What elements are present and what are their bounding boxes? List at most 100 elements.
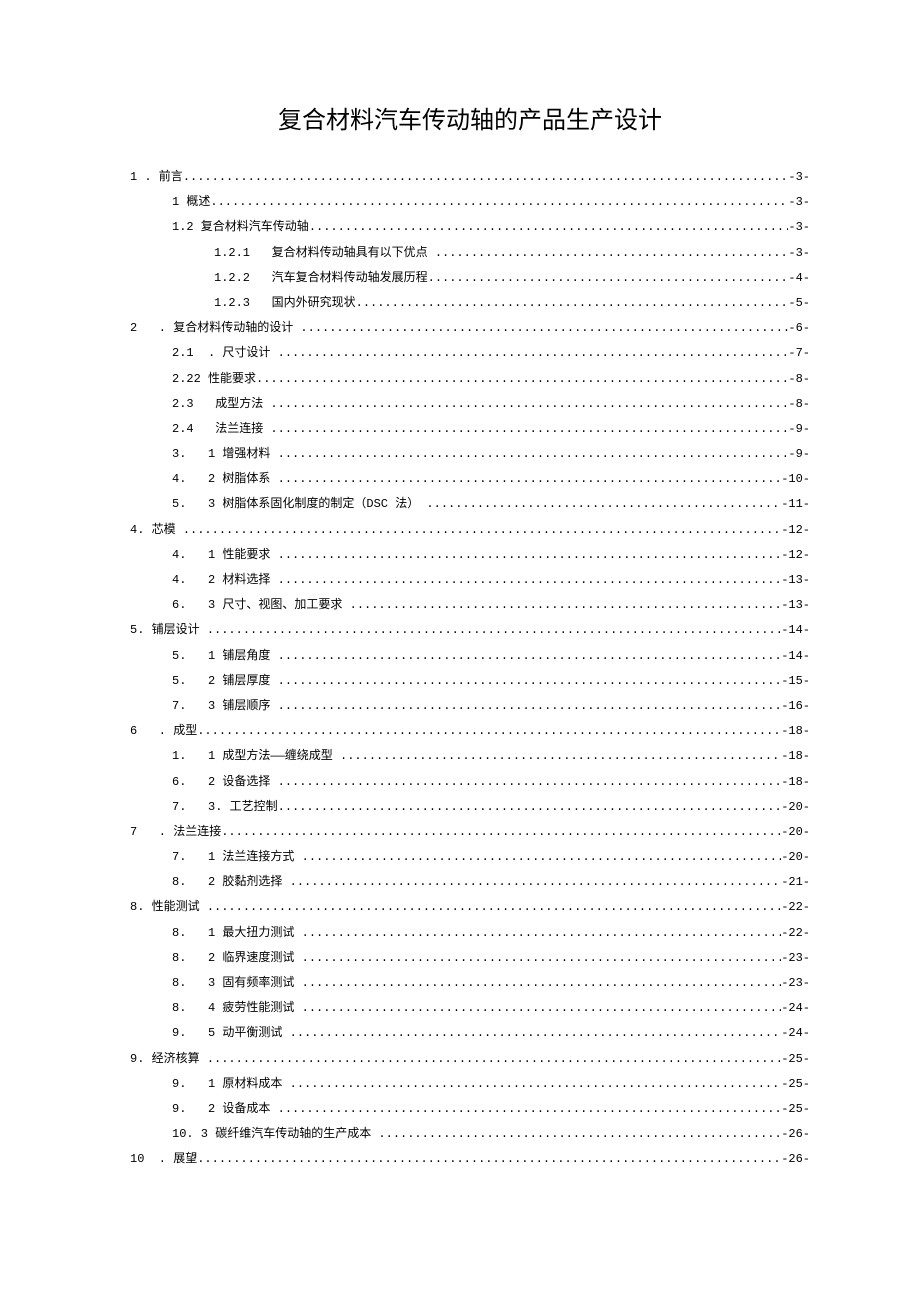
toc-label: 8. 4 疲劳性能测试 bbox=[172, 996, 302, 1021]
toc-leader-dots bbox=[302, 845, 782, 870]
toc-row: 2.1 . 尺寸设计 -7- bbox=[130, 341, 810, 366]
toc-leader-dots bbox=[302, 946, 782, 971]
toc-leader-dots bbox=[428, 266, 789, 291]
toc-page: -22- bbox=[781, 895, 810, 920]
toc-leader-dots bbox=[278, 694, 782, 719]
toc-page: -10- bbox=[781, 467, 810, 492]
toc-page: -13- bbox=[781, 568, 810, 593]
toc-label: 1 . 前言 bbox=[130, 165, 183, 190]
toc-leader-dots bbox=[278, 644, 782, 669]
toc-label: 5. 1 铺层角度 bbox=[172, 644, 278, 669]
toc-leader-dots bbox=[210, 190, 788, 215]
toc-leader-dots bbox=[302, 921, 782, 946]
toc-page: -3- bbox=[788, 190, 810, 215]
toc-page: -23- bbox=[781, 946, 810, 971]
toc-page: -14- bbox=[781, 618, 810, 643]
toc-page: -16- bbox=[781, 694, 810, 719]
toc-leader-dots bbox=[183, 518, 781, 543]
toc-page: -20- bbox=[781, 820, 810, 845]
toc-label: 4. 2 材料选择 bbox=[172, 568, 278, 593]
toc-page: -12- bbox=[781, 543, 810, 568]
toc-row: 4. 2 树脂体系 -10- bbox=[130, 467, 810, 492]
toc-row: 9. 2 设备成本 -25- bbox=[130, 1097, 810, 1122]
toc-leader-dots bbox=[350, 593, 782, 618]
toc-leader-dots bbox=[278, 669, 782, 694]
toc-leader-dots bbox=[302, 996, 782, 1021]
toc-row: 10. 3 碳纤维汽车传动轴的生产成本 -26- bbox=[130, 1122, 810, 1147]
page-container: 复合材料汽车传动轴的产品生产设计 1 . 前言-3-1 概述-3-1.2 复合材… bbox=[0, 0, 920, 1253]
toc-leader-dots bbox=[183, 165, 789, 190]
toc-label: 1.2.3 国内外研究现状 bbox=[214, 291, 356, 316]
toc-page: -9- bbox=[788, 442, 810, 467]
toc-row: 8. 3 固有频率测试 -23- bbox=[130, 971, 810, 996]
toc-label: 4. 1 性能要求 bbox=[172, 543, 278, 568]
toc-page: -6- bbox=[788, 316, 810, 341]
toc-leader-dots bbox=[378, 1122, 781, 1147]
toc-page: -20- bbox=[781, 845, 810, 870]
toc-label: 7 . 法兰连接 bbox=[130, 820, 221, 845]
toc-page: -25- bbox=[781, 1072, 810, 1097]
toc-label: 8. 1 最大扭力测试 bbox=[172, 921, 302, 946]
toc-leader-dots bbox=[340, 744, 781, 769]
toc-page: -7- bbox=[788, 341, 810, 366]
toc-leader-dots bbox=[207, 618, 781, 643]
toc-label: 8. 3 固有频率测试 bbox=[172, 971, 302, 996]
toc-row: 7 . 法兰连接 -20- bbox=[130, 820, 810, 845]
toc-leader-dots bbox=[278, 543, 782, 568]
toc-page: -5- bbox=[788, 291, 810, 316]
toc-row: 7. 1 法兰连接方式 -20- bbox=[130, 845, 810, 870]
toc-row: 8. 4 疲劳性能测试 -24- bbox=[130, 996, 810, 1021]
toc-page: -13- bbox=[781, 593, 810, 618]
toc-row: 9. 5 动平衡测试 -24- bbox=[130, 1021, 810, 1046]
toc-leader-dots bbox=[278, 770, 782, 795]
toc-label: 8. 2 临界速度测试 bbox=[172, 946, 302, 971]
toc-page: -4- bbox=[788, 266, 810, 291]
toc-label: 7. 1 法兰连接方式 bbox=[172, 845, 302, 870]
toc-row: 6 . 成型 -18- bbox=[130, 719, 810, 744]
document-title: 复合材料汽车传动轴的产品生产设计 bbox=[130, 100, 810, 135]
toc-label: 10. 3 碳纤维汽车传动轴的生产成本 bbox=[172, 1122, 378, 1147]
toc-page: -24- bbox=[781, 996, 810, 1021]
toc-label: 2.3 成型方法 bbox=[172, 392, 270, 417]
toc-page: -25- bbox=[781, 1047, 810, 1072]
toc-page: -18- bbox=[781, 744, 810, 769]
toc-leader-dots bbox=[426, 492, 781, 517]
toc-leader-dots bbox=[278, 467, 782, 492]
toc-row: 5. 3 树脂体系固化制度的制定（DSC 法） -11- bbox=[130, 492, 810, 517]
toc-row: 10 . 展望-26- bbox=[130, 1147, 810, 1172]
toc-row: 8. 2 临界速度测试 -23- bbox=[130, 946, 810, 971]
toc-label: 6 . 成型 bbox=[130, 719, 197, 744]
toc-label: 7. 3. 工艺控制 bbox=[172, 795, 278, 820]
toc-label: 9. 2 设备成本 bbox=[172, 1097, 278, 1122]
toc-page: -12- bbox=[781, 518, 810, 543]
toc-page: -24- bbox=[781, 1021, 810, 1046]
toc-label: 4. 芯模 bbox=[130, 518, 183, 543]
toc-row: 4. 2 材料选择 -13- bbox=[130, 568, 810, 593]
toc-row: 8. 2 胶黏剂选择 -21- bbox=[130, 870, 810, 895]
toc-page: -15- bbox=[781, 669, 810, 694]
toc-row: 6. 3 尺寸、视图、加工要求 -13- bbox=[130, 593, 810, 618]
toc-label: 1.2.2 汽车复合材料传动轴发展历程 bbox=[214, 266, 428, 291]
toc-leader-dots bbox=[197, 1147, 781, 1172]
toc-leader-dots bbox=[256, 367, 788, 392]
toc-label: 9. 5 动平衡测试 bbox=[172, 1021, 290, 1046]
toc-leader-dots bbox=[278, 442, 789, 467]
toc-page: -8- bbox=[788, 392, 810, 417]
toc-label: 3. 1 增强材料 bbox=[172, 442, 278, 467]
toc-row: 3. 1 增强材料 -9- bbox=[130, 442, 810, 467]
table-of-contents: 1 . 前言-3-1 概述-3-1.2 复合材料汽车传动轴-3-1.2.1 复合… bbox=[130, 165, 810, 1173]
toc-page: -18- bbox=[781, 719, 810, 744]
toc-row: 7. 3. 工艺控制-20- bbox=[130, 795, 810, 820]
toc-leader-dots bbox=[300, 316, 788, 341]
toc-label: 2.22 性能要求 bbox=[172, 367, 256, 392]
toc-leader-dots bbox=[270, 392, 788, 417]
toc-leader-dots bbox=[278, 795, 782, 820]
toc-row: 2.3 成型方法 -8- bbox=[130, 392, 810, 417]
toc-label: 8. 2 胶黏剂选择 bbox=[172, 870, 290, 895]
toc-page: -3- bbox=[788, 215, 810, 240]
toc-leader-dots bbox=[309, 215, 789, 240]
toc-leader-dots bbox=[278, 568, 782, 593]
toc-leader-dots bbox=[207, 895, 781, 920]
toc-row: 2.22 性能要求-8- bbox=[130, 367, 810, 392]
toc-label: 5. 2 铺层厚度 bbox=[172, 669, 278, 694]
